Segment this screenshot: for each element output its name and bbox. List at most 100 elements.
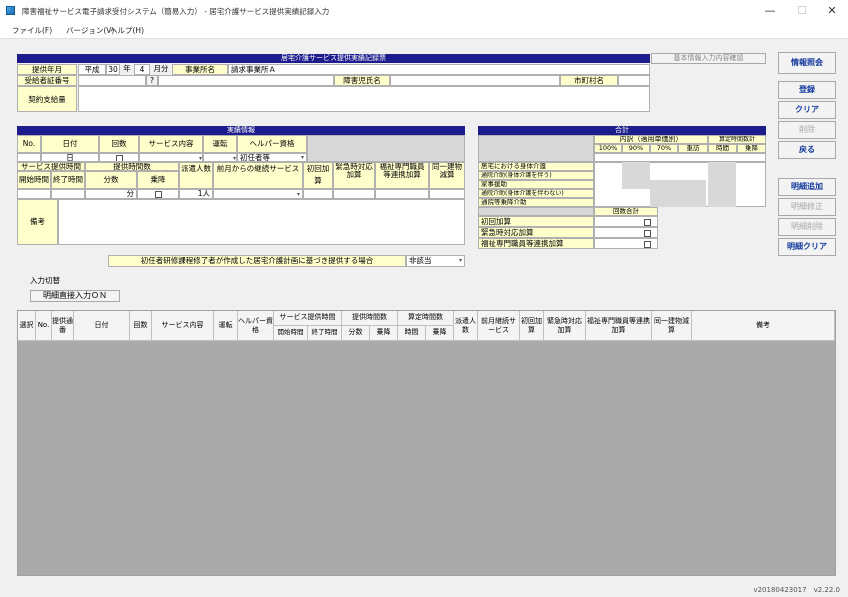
- menu-help[interactable]: ヘルプ(H): [110, 25, 144, 36]
- menu-file[interactable]: ファイル(F): [12, 25, 52, 36]
- col-start-time: 開始時間: [17, 171, 51, 189]
- menu-version[interactable]: バージョン(V): [66, 25, 114, 36]
- totals-row-label: 居宅における身体介護: [478, 162, 594, 171]
- driving-select[interactable]: ▾: [203, 153, 237, 162]
- breakdown-label: 内訳（適用単価別）: [594, 135, 708, 144]
- totals-row-label: 通院介助(身体介護を伴う): [478, 171, 594, 180]
- start-time-field[interactable]: [17, 189, 51, 199]
- close-button[interactable]: ✕: [822, 4, 842, 18]
- totals-grey-cell: [622, 162, 650, 189]
- same-bldg-field[interactable]: [429, 189, 465, 199]
- totals-grey-cell: [650, 180, 706, 207]
- col-count: 回数: [99, 135, 139, 153]
- year-field[interactable]: 30: [106, 64, 120, 75]
- grid-col-calc: 算定時間数: [398, 311, 454, 326]
- record-banner: 実績情報: [17, 126, 465, 135]
- grid-header: 選択 No. 提供通番 日付 回数 サービス内容 運転 ヘルパー資格 サービス提…: [18, 311, 835, 341]
- emergency-add-checkbox[interactable]: [644, 229, 651, 237]
- grid-col-prov: 提供時間数: [342, 311, 398, 326]
- grid-col-same-bldg: 同一建物減算: [652, 311, 692, 341]
- office-name-field: 請求事業所Ａ: [228, 64, 650, 75]
- era-field[interactable]: 平成: [78, 64, 106, 75]
- helper-select[interactable]: 初任者等 ▾: [237, 153, 307, 162]
- col-end-time: 終了時間: [51, 171, 85, 189]
- emergency-add-field: [594, 227, 658, 238]
- recipient-search-button[interactable]: ?: [146, 75, 158, 86]
- welfare-add-field: [594, 238, 658, 249]
- grid-col-calc-boarding: 乗降: [426, 326, 454, 341]
- grid-col-service: サービス内容: [152, 311, 214, 341]
- chevron-down-icon: ▾: [458, 257, 462, 264]
- recipient-no-label: 受給者証番号: [17, 75, 77, 86]
- grid-col-driving: 運転: [214, 311, 238, 341]
- direct-input-button[interactable]: 明細直接入力ＯＮ: [30, 290, 120, 302]
- trainee-select[interactable]: 非該当 ▾: [406, 255, 465, 267]
- pct-90-label: 90%: [622, 144, 650, 153]
- register-button[interactable]: 登録: [778, 81, 836, 99]
- grid-col-start: 開始時間: [274, 326, 308, 341]
- remarks-field[interactable]: [58, 199, 465, 245]
- grid-col-continued: 前月継続サービス: [478, 311, 520, 341]
- first-field[interactable]: [303, 189, 333, 199]
- continued-select[interactable]: ▾: [213, 189, 303, 199]
- detail-grid[interactable]: 選択 No. 提供通番 日付 回数 サービス内容 運転 ヘルパー資格 サービス提…: [17, 310, 836, 576]
- minimize-button[interactable]: —: [760, 4, 780, 18]
- grid-col-date: 日付: [74, 311, 130, 341]
- no-field[interactable]: [17, 153, 41, 162]
- minutes-field[interactable]: 分: [85, 189, 137, 199]
- first-add-checkbox[interactable]: [644, 218, 651, 226]
- totals-row-label: 通院等乗降介助: [478, 198, 594, 207]
- trainee-value: 非該当: [409, 256, 432, 265]
- detail-clear-button[interactable]: 明細クリア: [778, 238, 836, 256]
- col-no: No.: [17, 135, 41, 153]
- month-field[interactable]: 4: [134, 64, 150, 75]
- boarding-checkbox[interactable]: [154, 190, 162, 198]
- emergency-field[interactable]: [333, 189, 375, 199]
- date-field[interactable]: 日: [41, 153, 99, 162]
- record-blank-area: [307, 135, 465, 162]
- grid-col-welfare: 福祉専門職員等連携加算: [586, 311, 652, 341]
- grid-col-dispatch: 派遣人数: [454, 311, 478, 341]
- pct-70-label: 70%: [650, 144, 678, 153]
- back-button[interactable]: 戻る: [778, 141, 836, 159]
- dispatch-field[interactable]: 1人: [179, 189, 213, 199]
- first-add-field: [594, 216, 658, 227]
- grid-col-helper: ヘルパー資格: [238, 311, 274, 341]
- grid-col-minutes: 分数: [342, 326, 370, 341]
- welfare-add-checkbox[interactable]: [644, 240, 651, 248]
- menu-bar: ファイル(F) バージョン(V) ヘルプ(H): [0, 22, 848, 39]
- col-service: サービス内容: [139, 135, 203, 153]
- maximize-button[interactable]: ☐: [792, 4, 812, 18]
- count-checkbox[interactable]: [115, 154, 123, 161]
- child-name-field: [390, 75, 560, 86]
- calc-hours-label: 算定時間数計: [708, 135, 766, 144]
- recipient-no-field[interactable]: [78, 75, 146, 86]
- trainee-note-label: 初任者研修課程修了者が作成した居宅介護計画に基づき提供する場合: [108, 255, 406, 267]
- col-date: 日付: [41, 135, 99, 153]
- welfare-field[interactable]: [375, 189, 429, 199]
- detail-add-button[interactable]: 明細追加: [778, 178, 836, 196]
- detail-fix-button[interactable]: 明細修正: [778, 198, 836, 216]
- count-field[interactable]: [99, 153, 139, 162]
- col-continued: 前月からの継続サービス: [213, 162, 303, 189]
- end-time-field[interactable]: [51, 189, 85, 199]
- boarding-field[interactable]: [137, 189, 179, 199]
- year-unit: 年: [123, 64, 131, 73]
- basic-info-button[interactable]: 基本情報入力内容確認: [651, 53, 766, 64]
- service-select[interactable]: ▾: [139, 153, 203, 162]
- city-label: 市町村名: [560, 75, 618, 86]
- helper-value: 初任者等: [240, 153, 270, 162]
- grid-col-count: 回数: [130, 311, 152, 341]
- col-first: 初回加算: [303, 162, 333, 189]
- hours-label: 時間: [708, 144, 737, 153]
- totals-row-label: 通院介助(身体介護を伴わない): [478, 189, 594, 198]
- info-inquiry-button[interactable]: 情報照会: [778, 52, 836, 74]
- delete-button[interactable]: 削除: [778, 121, 836, 139]
- grid-col-boarding: 乗降: [370, 326, 398, 341]
- count-total-blank: [478, 207, 594, 216]
- clear-button[interactable]: クリア: [778, 101, 836, 119]
- col-boarding: 乗降: [137, 171, 179, 189]
- grid-col-svc-time: サービス提供時間: [274, 311, 342, 326]
- detail-delete-button[interactable]: 明細削除: [778, 218, 836, 236]
- chevron-down-icon: ▾: [300, 154, 304, 161]
